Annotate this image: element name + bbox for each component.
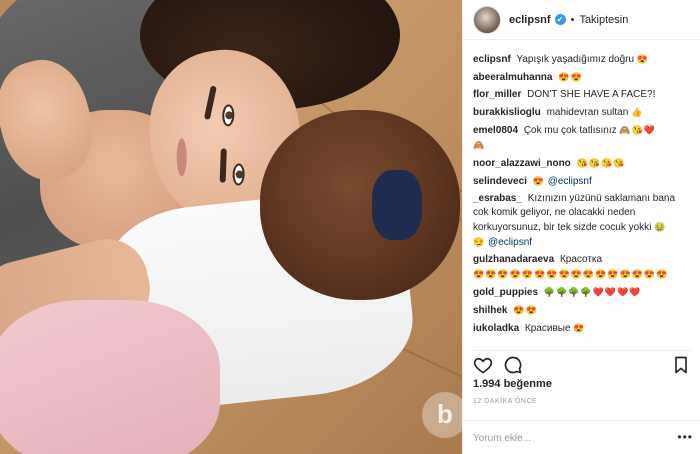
more-options-icon[interactable]: ••• <box>677 430 693 444</box>
comment-item: noor_alazzawi_nono 😘😘😘😘 <box>473 156 693 171</box>
eyebrow <box>219 148 227 183</box>
comment-item: burakkislioglu mahidevran sultan 👍 <box>473 105 693 120</box>
comment-emoji: 😍 <box>532 176 545 186</box>
header-username[interactable]: eclipsnf <box>509 14 551 26</box>
comment-user[interactable]: _esrabas_ <box>473 193 522 204</box>
comment-text: Красотка <box>559 254 603 265</box>
comment-text: Красивые <box>524 323 571 334</box>
action-bar <box>473 350 691 375</box>
avatar[interactable] <box>473 5 501 34</box>
comment-user[interactable]: gulzhanadaraeva <box>473 254 554 265</box>
comment-emoji: 😘😘😘😘 <box>576 158 626 168</box>
comment-user[interactable]: burakkislioglu <box>473 107 541 118</box>
like-count[interactable]: 1.994 beğenme <box>473 378 552 390</box>
comment-item: iukoladka Красивые 😍 <box>473 321 693 336</box>
comment-emoji: 😍 <box>636 54 650 64</box>
comment-user[interactable]: gold_puppies <box>473 287 538 298</box>
post-timestamp: 12 DAKİKA ÖNCE <box>473 398 538 405</box>
header-separator: • <box>570 13 575 26</box>
comment-user[interactable]: abeeralmuhanna <box>473 72 552 83</box>
eyebrow <box>203 85 217 120</box>
eye <box>221 104 235 127</box>
comment-input[interactable] <box>473 429 663 447</box>
comment-emoji: 😍😍😍😍😍😍😍😍😍😍😍😍😍😍😍😍 <box>473 269 669 279</box>
comment-box: ••• <box>463 420 700 454</box>
lips <box>176 138 187 177</box>
eye <box>232 163 246 186</box>
comment-icon[interactable] <box>503 355 523 375</box>
verified-badge-icon: ✔ <box>554 14 566 25</box>
follow-status[interactable]: Takiptesin <box>579 14 628 26</box>
post-side-panel: eclipsnf ✔ • Takiptesin eclipsnf Yapışık… <box>462 0 700 454</box>
comment-text: Çok mu çok tatlısınız <box>523 125 617 136</box>
comment-text: DON'T SHE HAVE A FACE?! <box>527 89 656 100</box>
comment-text: mahidevran sultan <box>546 107 629 118</box>
comment-user[interactable]: emel0804 <box>473 125 518 136</box>
comment-emoji: 😏 <box>473 237 486 247</box>
comment-emoji: 🙈 <box>473 140 486 150</box>
post-header: eclipsnf ✔ • Takiptesin <box>463 0 700 40</box>
comment-text: Yapışık yaşadığımız doğru <box>516 54 635 65</box>
comment-item: gulzhanadaraeva Красотка 😍😍😍😍😍😍😍😍😍😍😍😍😍😍😍… <box>473 253 693 282</box>
comment-item: shilhek 😍😍 <box>473 303 693 318</box>
comment-mention[interactable]: @eclipsnf <box>488 237 532 248</box>
comment-list: eclipsnf Yapışık yaşadığımız doğru 😍 abe… <box>473 52 693 342</box>
comment-user[interactable]: selindeveci <box>473 176 527 187</box>
child-hair <box>260 110 460 300</box>
comment-item: gold_puppies 🌳🌳🌳🌳❤️❤️❤️❤️ <box>473 285 693 300</box>
watermark-logo: b <box>422 392 462 438</box>
comment-user[interactable]: eclipsnf <box>473 54 511 65</box>
comment-item: eclipsnf Yapışık yaşadığımız doğru 😍 <box>473 52 693 67</box>
comment-emoji: 😍 <box>573 323 586 333</box>
comment-item: _esrabas_ Kızınızın yüzünü saklamanı ban… <box>473 192 693 250</box>
comment-emoji: 👍 <box>631 107 644 117</box>
comment-user[interactable]: flor_miller <box>473 89 521 100</box>
comment-item: emel0804 Çok mu çok tatlısınız 🙈😘❤️ 🙈 <box>473 123 693 153</box>
comment-item: flor_miller DON'T SHE HAVE A FACE?! <box>473 88 693 102</box>
hair-scrunchie <box>372 170 422 240</box>
comment-user[interactable]: shilhek <box>473 305 507 316</box>
comment-emoji: 😍😍 <box>558 72 583 82</box>
comment-emoji: 🙈😘❤️ <box>619 125 657 135</box>
comment-item: selindeveci 😍 @eclipsnf <box>473 174 693 189</box>
post-photo[interactable]: b <box>0 0 462 454</box>
comment-user[interactable]: noor_alazzawi_nono <box>473 158 571 169</box>
comment-emoji: 😍😍 <box>513 305 538 315</box>
comment-emoji: 🌳🌳🌳🌳❤️❤️❤️❤️ <box>543 287 642 297</box>
comment-mention[interactable]: @eclipsnf <box>548 176 592 187</box>
comment-user[interactable]: iukoladka <box>473 323 519 334</box>
comment-item: abeeralmuhanna 😍😍 <box>473 70 693 85</box>
comment-emoji: 🤢 <box>654 222 667 232</box>
child-pants <box>0 300 220 454</box>
bookmark-icon[interactable] <box>671 355 691 375</box>
heart-icon[interactable] <box>473 355 493 375</box>
